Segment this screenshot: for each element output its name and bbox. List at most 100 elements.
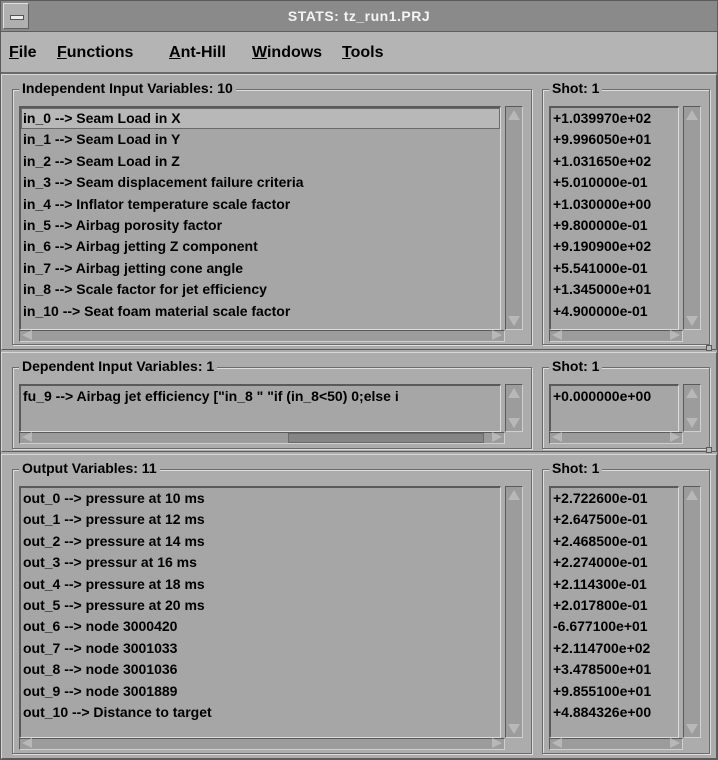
independent-vertical-scrollbar[interactable] [505, 106, 523, 330]
output-label: Output Variables: 11 [19, 460, 160, 476]
independent-horizontal-scrollbar[interactable] [19, 330, 505, 342]
list-item[interactable]: out_3 --> pressur at 16 ms [21, 552, 500, 573]
list-item[interactable]: out_6 --> node 3000420 [21, 616, 500, 637]
list-item[interactable]: in_3 --> Seam displacement failure crite… [21, 172, 500, 193]
list-item[interactable]: out_10 --> Distance to target [21, 702, 500, 723]
scroll-down-arrow-icon[interactable] [686, 316, 698, 326]
dependent-value-list[interactable]: +0.000000e+00 [549, 384, 679, 432]
dependent-vertical-scrollbar[interactable] [505, 384, 523, 432]
value-item: +0.000000e+00 [553, 388, 652, 404]
scroll-left-arrow-icon[interactable] [552, 738, 562, 748]
list-item[interactable]: out_1 --> pressure at 12 ms [21, 509, 500, 530]
pane-sash-handle[interactable] [706, 447, 712, 453]
list-item[interactable]: out_5 --> pressure at 20 ms [21, 595, 500, 616]
menu-functions[interactable]: Functions [57, 44, 133, 62]
output-shot-label: Shot: 1 [549, 460, 603, 476]
menu-file-mnemonic: F [9, 44, 19, 61]
output-value-list[interactable]: +2.722600e-01 +2.647500e-01 +2.468500e-0… [549, 486, 679, 738]
independent-value-list[interactable]: +1.039970e+02 +9.996050e+01 +1.031650e+0… [549, 106, 679, 330]
output-shot-horizontal-scrollbar[interactable] [549, 738, 683, 750]
value-item: +2.017800e-01 [553, 596, 648, 613]
menu-file-label: ile [18, 44, 37, 61]
dependent-shot-label: Shot: 1 [549, 358, 603, 374]
menu-ant-hill[interactable]: Ant-Hill [169, 44, 226, 62]
dependent-group: Dependent Input Variables: 1 fu_9 --> Ai… [12, 358, 532, 449]
scroll-right-arrow-icon[interactable] [492, 330, 502, 340]
list-item[interactable]: in_5 --> Airbag porosity factor [21, 215, 500, 236]
list-item[interactable]: out_7 --> node 3001033 [21, 638, 500, 659]
scroll-left-arrow-icon[interactable] [552, 432, 562, 442]
menu-tools[interactable]: Tools [342, 44, 383, 62]
menu-functions-mnemonic: F [57, 44, 67, 61]
scroll-up-arrow-icon[interactable] [508, 110, 520, 120]
menu-windows-mnemonic: W [252, 44, 267, 61]
list-item[interactable]: in_0 --> Seam Load in X [21, 108, 500, 130]
scroll-right-arrow-icon[interactable] [492, 738, 502, 748]
scroll-left-arrow-icon[interactable] [22, 738, 32, 748]
scroll-up-arrow-icon[interactable] [508, 388, 520, 398]
list-item[interactable]: in_6 --> Airbag jetting Z component [21, 236, 500, 257]
independent-group: Independent Input Variables: 10 in_0 -->… [12, 80, 532, 345]
list-item[interactable]: in_2 --> Seam Load in Z [21, 151, 500, 172]
value-item: +1.345000e+01 [553, 281, 652, 298]
output-horizontal-scrollbar[interactable] [19, 738, 505, 750]
value-item: -6.677100e+01 [553, 618, 648, 635]
list-item[interactable]: in_7 --> Airbag jetting cone angle [21, 258, 500, 279]
scroll-down-arrow-icon[interactable] [508, 418, 520, 428]
list-item[interactable]: fu_9 --> Airbag jet efficiency ["in_8 " … [21, 386, 500, 407]
list-item[interactable]: in_4 --> Inflator temperature scale fact… [21, 194, 500, 215]
dependent-shot-horizontal-scrollbar[interactable] [549, 432, 683, 444]
scroll-down-arrow-icon[interactable] [508, 724, 520, 734]
scroll-up-arrow-icon[interactable] [508, 490, 520, 500]
list-item[interactable]: out_2 --> pressure at 14 ms [21, 531, 500, 552]
list-item[interactable]: out_9 --> node 3001889 [21, 681, 500, 702]
list-item[interactable]: out_4 --> pressure at 18 ms [21, 574, 500, 595]
scroll-down-arrow-icon[interactable] [508, 316, 520, 326]
scroll-up-arrow-icon[interactable] [686, 388, 698, 398]
scroll-right-arrow-icon[interactable] [492, 432, 502, 442]
scroll-right-arrow-icon[interactable] [670, 330, 680, 340]
value-item: +2.468500e-01 [553, 532, 648, 549]
value-item: +5.541000e-01 [553, 259, 648, 276]
pane-sash-handle[interactable] [706, 345, 712, 351]
scroll-down-arrow-icon[interactable] [686, 724, 698, 734]
independent-shot-vertical-scrollbar[interactable] [683, 106, 701, 330]
scroll-left-arrow-icon[interactable] [22, 432, 32, 442]
menu-bar: File Functions Ant-Hill Windows Tools [1, 32, 717, 74]
title-bar[interactable]: STATS: tz_run1.PRJ [1, 1, 717, 32]
menu-windows[interactable]: Windows [252, 44, 322, 62]
scroll-left-arrow-icon[interactable] [552, 330, 562, 340]
value-item: +9.800000e-01 [553, 216, 648, 233]
scroll-down-arrow-icon[interactable] [686, 418, 698, 428]
scroll-right-arrow-icon[interactable] [670, 738, 680, 748]
menu-file[interactable]: File [9, 44, 37, 62]
output-panel: Output Variables: 11 out_0 --> pressure … [1, 454, 717, 759]
independent-label: Independent Input Variables: 10 [19, 80, 236, 96]
independent-shot-horizontal-scrollbar[interactable] [549, 330, 683, 342]
dependent-variable-list[interactable]: fu_9 --> Airbag jet efficiency ["in_8 " … [19, 384, 501, 432]
independent-shot-group: Shot: 1 +1.039970e+02 +9.996050e+01 +1.0… [542, 80, 710, 345]
scroll-up-arrow-icon[interactable] [686, 490, 698, 500]
output-shot-vertical-scrollbar[interactable] [683, 486, 701, 738]
menu-tools-mnemonic: T [342, 44, 351, 61]
scroll-up-arrow-icon[interactable] [686, 110, 698, 120]
value-item: +2.114300e-01 [553, 575, 647, 592]
list-item[interactable]: in_1 --> Seam Load in Y [21, 129, 500, 150]
value-item: +1.030000e+00 [553, 195, 652, 212]
horizontal-scroll-thumb[interactable] [288, 433, 484, 443]
list-item[interactable]: in_8 --> Scale factor for jet efficiency [21, 279, 500, 300]
list-item[interactable]: out_8 --> node 3001036 [21, 659, 500, 680]
output-variable-list[interactable]: out_0 --> pressure at 10 ms out_1 --> pr… [19, 486, 501, 738]
list-item[interactable]: out_0 --> pressure at 10 ms [21, 488, 500, 509]
value-item: +4.900000e-01 [553, 302, 648, 319]
scroll-left-arrow-icon[interactable] [22, 330, 32, 340]
output-vertical-scrollbar[interactable] [505, 486, 523, 738]
value-item: +2.647500e-01 [553, 511, 648, 528]
independent-variable-list[interactable]: in_0 --> Seam Load in X in_1 --> Seam Lo… [19, 106, 501, 330]
dependent-horizontal-scrollbar[interactable] [19, 432, 505, 444]
list-item[interactable]: in_10 --> Seat foam material scale facto… [21, 301, 500, 322]
value-item: +5.010000e-01 [553, 174, 648, 191]
value-item: +4.884326e+00 [553, 703, 652, 720]
dependent-shot-vertical-scrollbar[interactable] [683, 384, 701, 432]
scroll-right-arrow-icon[interactable] [670, 432, 680, 442]
